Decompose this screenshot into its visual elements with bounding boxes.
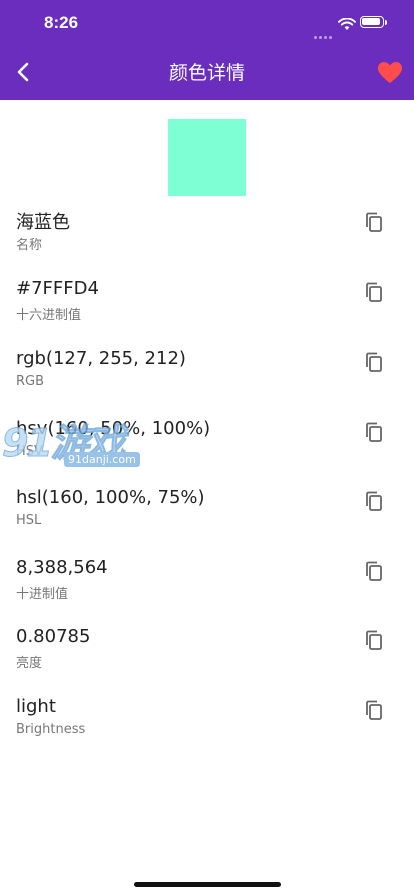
detail-row-luminance: 0.80785 亮度 — [0, 626, 414, 686]
battery-icon — [360, 16, 387, 28]
home-indicator[interactable] — [134, 882, 281, 887]
copy-button[interactable] — [363, 211, 385, 235]
watermark-url: 91danji.com — [64, 452, 140, 467]
detail-value: #7FFFD4 — [16, 278, 99, 299]
detail-row-hex: #7FFFD4 十六进制值 — [0, 278, 414, 338]
copy-icon — [366, 700, 382, 720]
copy-icon — [366, 630, 382, 650]
detail-label: 名称 — [16, 238, 43, 253]
detail-label: 十进制值 — [16, 587, 69, 602]
favorite-button[interactable] — [377, 61, 403, 85]
detail-row-name: 海蓝色 名称 — [0, 208, 414, 268]
copy-icon — [366, 352, 382, 372]
copy-button[interactable] — [363, 629, 385, 653]
detail-value: light — [16, 696, 56, 717]
detail-row-rgb: rgb(127, 255, 212) RGB — [0, 348, 414, 408]
detail-value: 8,388,564 — [16, 557, 108, 578]
color-swatch — [168, 119, 246, 196]
copy-icon — [366, 212, 382, 232]
cellular-signal-icon — [314, 24, 336, 39]
detail-label: RGB — [16, 374, 45, 389]
copy-button[interactable] — [363, 560, 385, 584]
detail-value: 0.80785 — [16, 626, 91, 647]
detail-row-brightness: light Brightness — [0, 696, 414, 756]
detail-row-decimal: 8,388,564 十进制值 — [0, 557, 414, 617]
copy-icon — [366, 422, 382, 442]
detail-label: Brightness — [16, 722, 86, 737]
detail-value: 海蓝色 — [16, 212, 70, 233]
app-header: 8:26 颜色详情 — [0, 0, 414, 100]
page-title: 颜色详情 — [168, 62, 245, 84]
detail-value: rgb(127, 255, 212) — [16, 348, 186, 369]
detail-row-hsl: hsl(160, 100%, 75%) HSL — [0, 487, 414, 547]
detail-value: hsl(160, 100%, 75%) — [16, 487, 205, 508]
status-bar: 8:26 — [0, 0, 414, 46]
copy-button[interactable] — [363, 421, 385, 445]
status-time: 8:26 — [44, 13, 79, 32]
watermark-logo: 91游戏 91danji.com — [0, 412, 140, 476]
detail-label: HSL — [16, 513, 42, 528]
wifi-icon — [338, 16, 356, 35]
detail-label: 十六进制值 — [16, 308, 82, 323]
copy-button[interactable] — [363, 490, 385, 514]
copy-button[interactable] — [363, 699, 385, 723]
detail-label: 亮度 — [16, 656, 43, 671]
copy-icon — [366, 561, 382, 581]
copy-icon — [366, 491, 382, 511]
copy-icon — [366, 282, 382, 302]
copy-button[interactable] — [363, 351, 385, 375]
copy-button[interactable] — [363, 281, 385, 305]
heart-icon — [378, 62, 402, 83]
